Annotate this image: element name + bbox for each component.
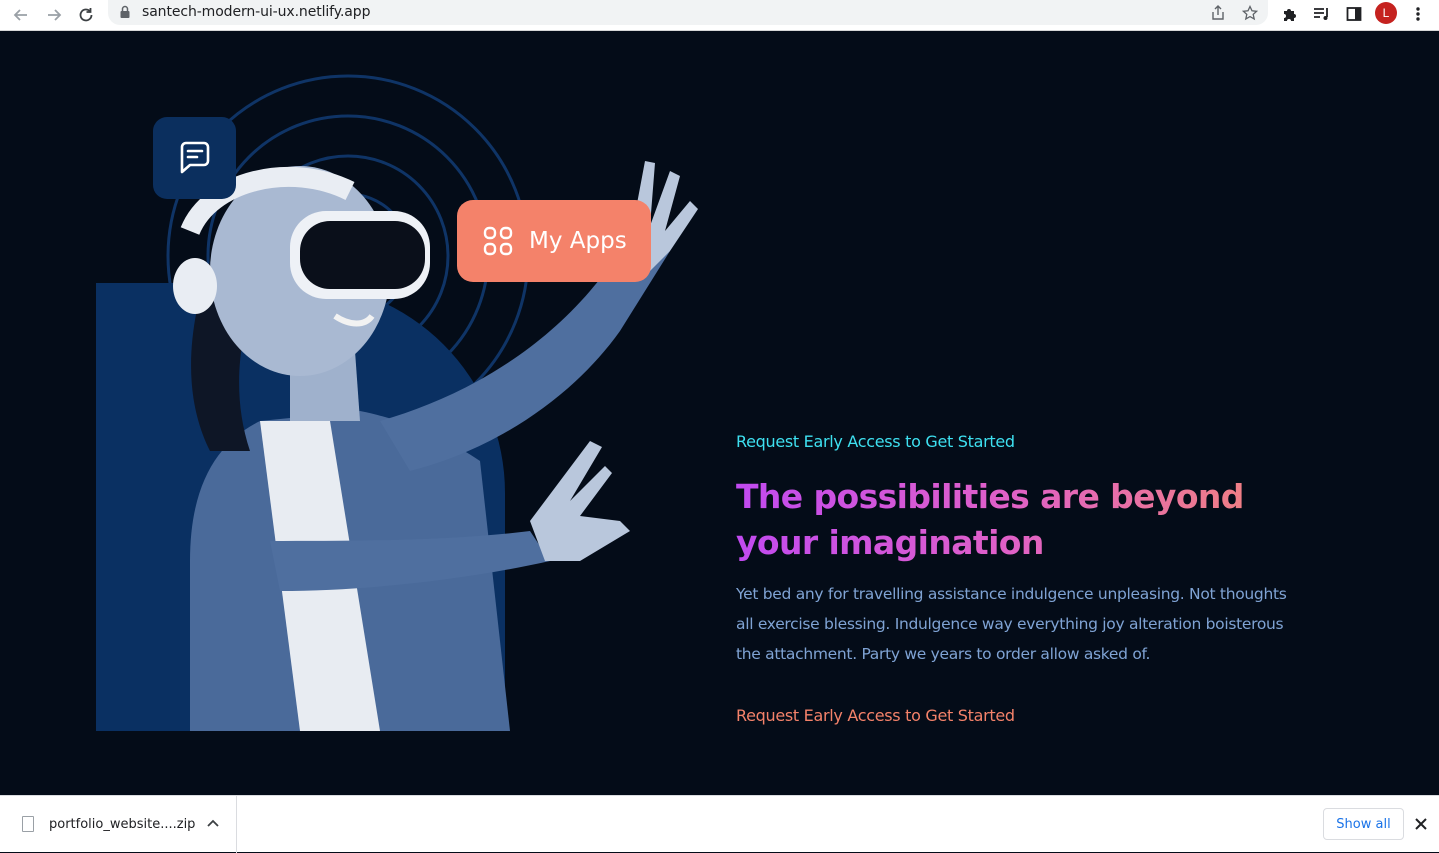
close-icon [1415, 818, 1427, 830]
my-apps-label: My Apps [529, 228, 627, 254]
url-text: santech-modern-ui-ux.netlify.app [142, 4, 371, 20]
arrow-right-icon [48, 9, 62, 21]
extensions-button[interactable] [1279, 3, 1301, 25]
side-panel-button[interactable] [1343, 3, 1365, 25]
reload-button[interactable] [74, 3, 98, 27]
eyebrow-text: Request Early Access to Get Started [736, 432, 1015, 451]
chat-icon [180, 141, 209, 174]
chevron-up-icon [207, 819, 219, 827]
bookmark-button[interactable] [1240, 3, 1260, 23]
hero-section: My Apps Request Early Access to Get Star… [0, 31, 1439, 795]
browser-menu-button[interactable] [1407, 3, 1429, 25]
back-button[interactable] [9, 3, 33, 27]
arrow-left-icon [13, 9, 27, 21]
download-options-button[interactable] [203, 813, 223, 833]
puzzle-icon [1284, 9, 1296, 21]
share-icon [1212, 5, 1224, 20]
address-bar[interactable]: santech-modern-ui-ux.netlify.app [108, 0, 1268, 25]
download-bar: portfolio_website....zip Show all [0, 795, 1439, 853]
reload-icon [79, 8, 93, 22]
forward-button[interactable] [42, 3, 66, 27]
more-vertical-icon [1416, 7, 1420, 21]
download-file-name: portfolio_website....zip [49, 817, 196, 832]
side-panel-icon [1346, 7, 1362, 21]
close-download-bar-button[interactable] [1411, 814, 1431, 834]
request-access-link[interactable]: Request Early Access to Get Started [736, 706, 1015, 725]
browser-toolbar: santech-modern-ui-ux.netlify.app L [0, 0, 1439, 31]
star-icon [1242, 5, 1258, 21]
chat-tile [153, 117, 236, 199]
media-control-button[interactable] [1311, 3, 1333, 25]
profile-avatar[interactable]: L [1375, 2, 1397, 24]
playlist-icon [1314, 8, 1328, 20]
lock-icon [120, 5, 130, 18]
show-all-button[interactable]: Show all [1323, 808, 1404, 840]
hero-headline: The possibilities are beyond your imagin… [736, 474, 1336, 566]
download-item[interactable]: portfolio_website....zip [0, 796, 237, 853]
share-button[interactable] [1208, 3, 1228, 23]
hero-description: Yet bed any for travelling assistance in… [736, 585, 1287, 663]
file-zip-icon [22, 816, 34, 832]
grid-apps-icon [483, 226, 513, 256]
my-apps-chip: My Apps [457, 200, 651, 282]
